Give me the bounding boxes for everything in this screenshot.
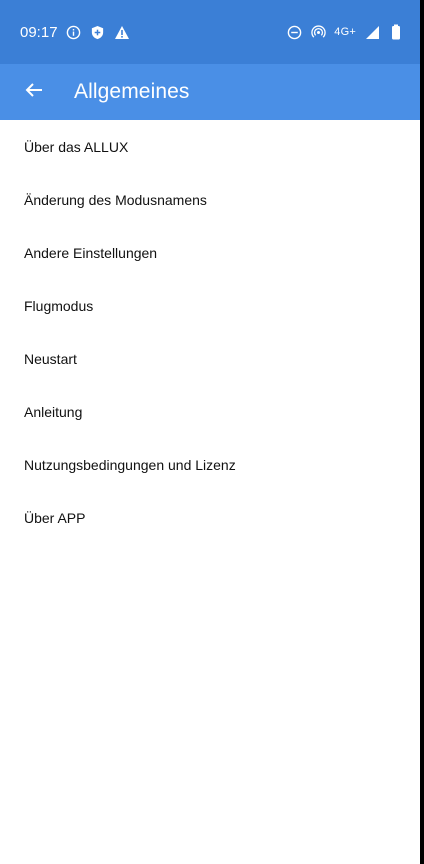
menu-item-other-settings[interactable]: Andere Einstellungen <box>0 226 420 279</box>
menu-item-about-app[interactable]: Über APP <box>0 491 420 544</box>
arrow-left-icon <box>24 80 44 105</box>
dnd-icon <box>286 24 302 40</box>
status-right: 4G+ <box>286 24 404 40</box>
menu-item-instructions[interactable]: Anleitung <box>0 385 420 438</box>
hotspot-icon <box>310 24 326 40</box>
menu-item-airplane-mode[interactable]: Flugmodus <box>0 279 420 332</box>
battery-icon <box>388 24 404 40</box>
menu-item-restart[interactable]: Neustart <box>0 332 420 385</box>
network-type: 4G+ <box>334 26 356 38</box>
menu-item-about-allux[interactable]: Über das ALLUX <box>0 120 420 173</box>
warning-icon <box>114 24 130 40</box>
menu-item-mode-name-change[interactable]: Änderung des Modusnamens <box>0 173 420 226</box>
settings-menu: Über das ALLUX Änderung des Modusnamens … <box>0 120 420 544</box>
page-title: Allgemeines <box>74 80 190 103</box>
signal-icon <box>364 24 380 40</box>
status-bar: 09:17 4G+ <box>0 0 420 64</box>
info-icon <box>66 24 82 40</box>
status-left: 09:17 <box>20 24 130 41</box>
shield-icon <box>90 24 106 40</box>
back-button[interactable] <box>20 78 48 106</box>
app-bar: Allgemeines <box>0 64 420 120</box>
menu-item-terms-license[interactable]: Nutzungsbedingungen und Lizenz <box>0 438 420 491</box>
status-time: 09:17 <box>20 23 58 41</box>
screen: 09:17 4G+ Allgemeines Über das ALLUX Änd… <box>0 0 420 864</box>
